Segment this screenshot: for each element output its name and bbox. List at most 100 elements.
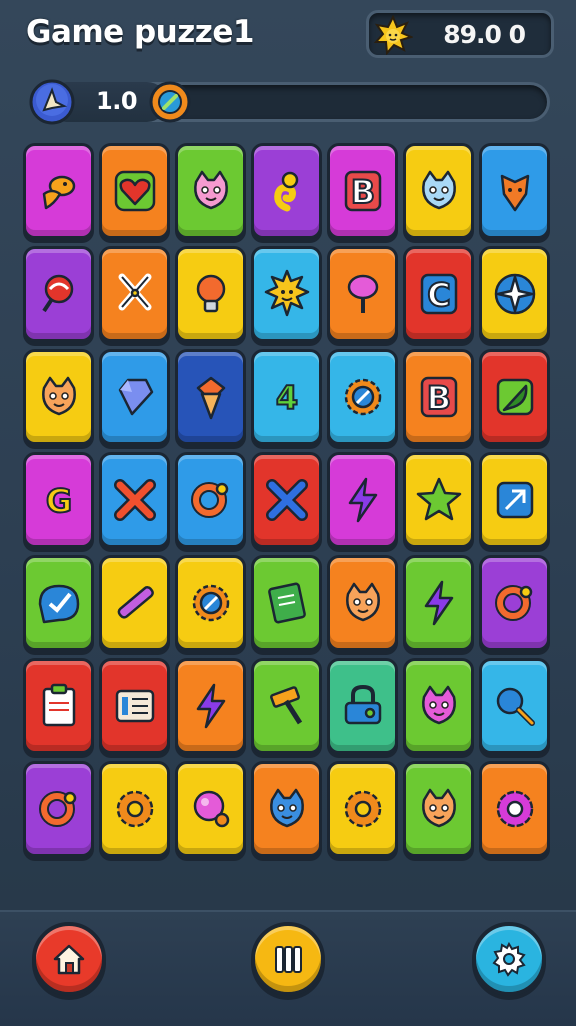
tile[interactable] [251, 452, 322, 548]
tile[interactable] [175, 143, 246, 239]
tile[interactable] [403, 761, 474, 857]
tile[interactable] [99, 143, 170, 239]
clipboard-icon [42, 683, 75, 727]
tile[interactable] [251, 658, 322, 754]
svg-text:4: 4 [275, 379, 297, 417]
cat-face-icon [41, 376, 76, 416]
tile[interactable]: G [23, 452, 94, 548]
sun-face-icon [264, 269, 309, 317]
tile[interactable] [23, 761, 94, 857]
tile[interactable] [479, 349, 550, 445]
tile[interactable] [327, 452, 398, 548]
heart-icon [114, 170, 155, 212]
letter-c-icon: C [420, 273, 457, 315]
tile[interactable] [175, 452, 246, 548]
tile[interactable] [175, 658, 246, 754]
orange-ring-icon [190, 482, 228, 518]
tile[interactable] [99, 349, 170, 445]
home-button[interactable] [32, 922, 106, 996]
tile[interactable] [479, 555, 550, 651]
notepad-icon [267, 582, 306, 624]
pause-button[interactable] [251, 922, 325, 996]
star-badge-icon[interactable] [28, 78, 76, 126]
tile[interactable]: B [403, 349, 474, 445]
tile[interactable] [251, 143, 322, 239]
tile[interactable] [23, 658, 94, 754]
score-value: 89.0 0 [443, 20, 526, 49]
tile[interactable] [175, 349, 246, 445]
tile[interactable] [403, 143, 474, 239]
tile[interactable]: C [403, 246, 474, 342]
cat-face-icon [345, 582, 380, 622]
tile[interactable] [479, 658, 550, 754]
list-icon [115, 689, 154, 723]
check-badge-icon [38, 584, 79, 624]
lightning-icon [348, 477, 377, 523]
letter-b-icon: B [344, 170, 381, 212]
bird-icon [42, 175, 75, 210]
tile[interactable] [175, 246, 246, 342]
svg-text:C: C [427, 276, 450, 314]
pause-icon [275, 946, 302, 973]
gear-compass-icon [344, 378, 381, 416]
ice-cream-icon [196, 376, 225, 420]
pink-creature-icon [193, 170, 228, 210]
tile[interactable] [479, 143, 550, 239]
settings-button[interactable] [472, 922, 546, 996]
lollipop-swirl-icon [41, 274, 73, 313]
tile[interactable] [175, 761, 246, 857]
fox-face-icon [500, 174, 529, 212]
scissors-icon [118, 273, 151, 311]
ring-icon [38, 791, 76, 827]
light-bulb-icon [196, 274, 225, 313]
tile[interactable] [479, 761, 550, 857]
robot-face-icon [421, 685, 456, 725]
tile[interactable] [99, 761, 170, 857]
tile[interactable] [99, 246, 170, 342]
compass-knob-icon[interactable] [148, 80, 192, 124]
tile[interactable] [23, 246, 94, 342]
tile[interactable] [251, 246, 322, 342]
magnifier-icon [496, 687, 535, 726]
tile[interactable] [23, 349, 94, 445]
bottom-bar [0, 910, 576, 1026]
blue-face-icon [269, 788, 304, 828]
tile[interactable] [23, 555, 94, 651]
tile[interactable] [251, 555, 322, 651]
tile[interactable] [99, 452, 170, 548]
tile[interactable] [403, 658, 474, 754]
ring-icon [494, 585, 532, 621]
svg-text:B: B [350, 173, 374, 211]
tile[interactable] [327, 658, 398, 754]
tile[interactable]: 4 [251, 349, 322, 445]
flower-icon [496, 790, 533, 828]
swirl-icon [273, 171, 298, 212]
tile[interactable] [23, 143, 94, 239]
tile[interactable] [403, 555, 474, 651]
tile[interactable] [327, 349, 398, 445]
svg-text:B: B [426, 379, 450, 417]
lock-icon [344, 684, 381, 725]
ball-icon [193, 790, 229, 828]
puzzle-grid: B C 4 B G [23, 143, 554, 857]
donut-icon [344, 790, 381, 828]
tile[interactable] [99, 555, 170, 651]
gear-icon [492, 941, 526, 977]
tile[interactable] [175, 555, 246, 651]
svg-text:G: G [45, 482, 71, 520]
x-cross-icon [265, 479, 308, 521]
star-icon [416, 477, 461, 521]
number-4-icon: 4 [274, 378, 298, 418]
tile[interactable]: B [327, 143, 398, 239]
compass-icon [494, 273, 535, 315]
tile[interactable] [403, 452, 474, 548]
tile[interactable] [251, 761, 322, 857]
tile[interactable] [479, 452, 550, 548]
sun-icon [373, 15, 413, 55]
tile[interactable] [327, 761, 398, 857]
ghost-icon [421, 170, 456, 210]
tile[interactable] [99, 658, 170, 754]
tile[interactable] [327, 246, 398, 342]
tile[interactable] [327, 555, 398, 651]
tile[interactable] [479, 246, 550, 342]
